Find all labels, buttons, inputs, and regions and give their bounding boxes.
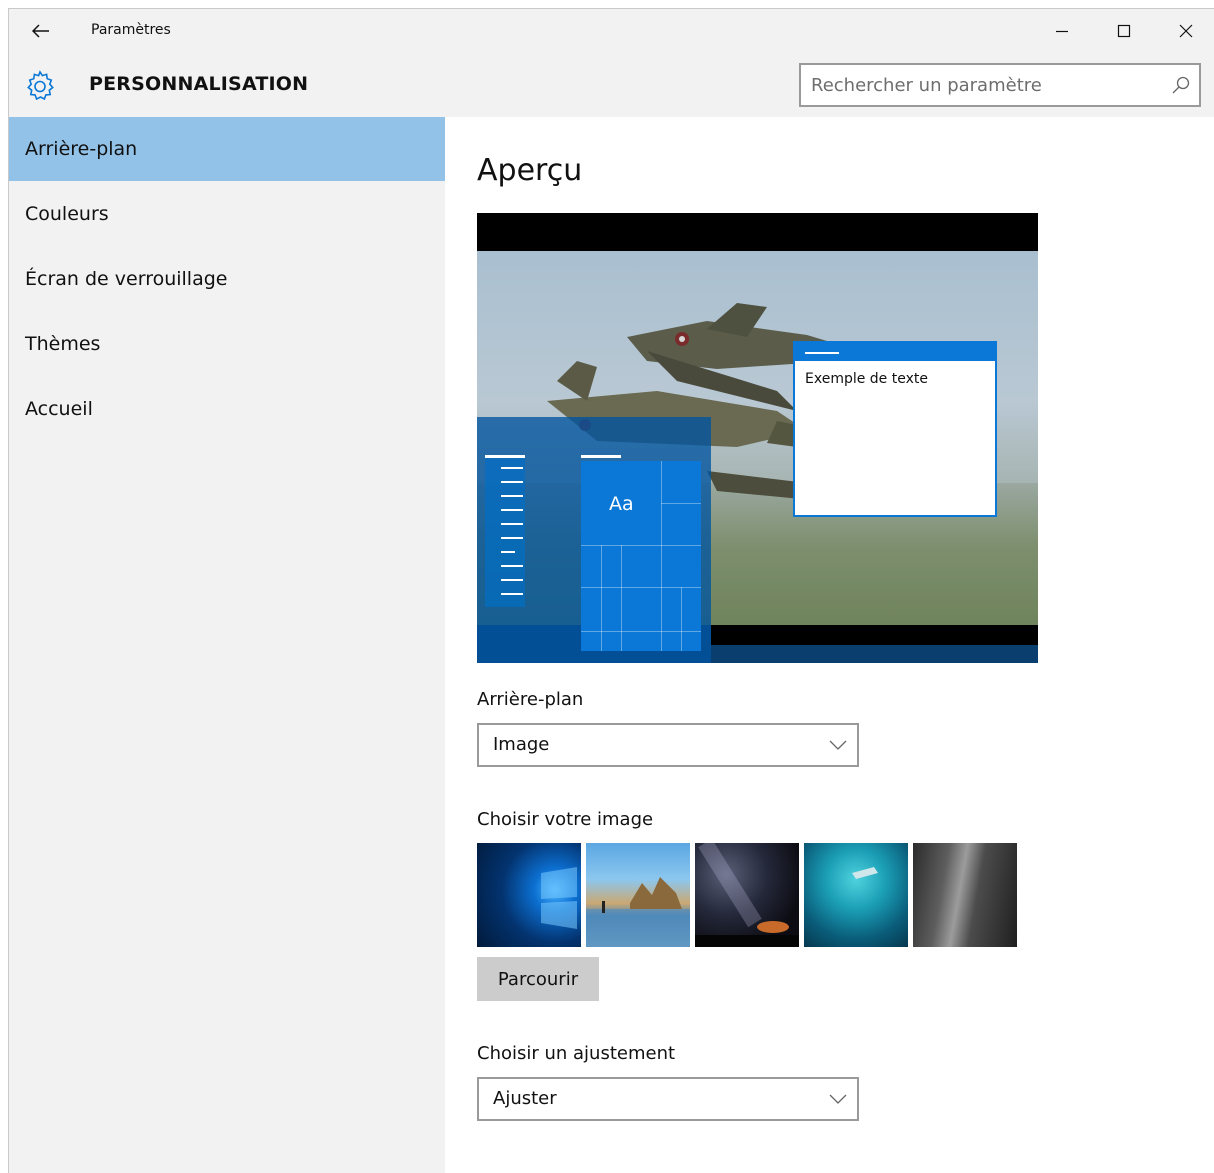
start-menu-line: [501, 551, 515, 553]
chevron-down-icon: [829, 740, 847, 750]
maximize-button[interactable]: [1101, 15, 1147, 47]
close-icon: [1179, 24, 1193, 38]
sidebar-item-ecran-de-verrouillage[interactable]: Écran de verrouillage: [9, 247, 445, 311]
close-button[interactable]: [1163, 15, 1209, 47]
sidebar-item-label: Couleurs: [25, 203, 109, 225]
start-menu-line: [501, 523, 523, 525]
background-dropdown[interactable]: Image: [477, 723, 859, 767]
tile-grid-line: [601, 545, 602, 651]
tile-grid-line: [581, 587, 701, 588]
start-menu-line: [485, 455, 525, 458]
preview-heading: Aperçu: [477, 153, 583, 188]
fit-label: Choisir un ajustement: [477, 1043, 676, 1064]
thumbnail-night-sky[interactable]: [695, 843, 799, 947]
windows-logo-shape: [541, 867, 577, 929]
preview-start-menu: Aa: [477, 417, 711, 663]
thumbnail-underwater[interactable]: [804, 843, 908, 947]
start-menu-line: [501, 565, 523, 567]
sample-window-titlebar: [795, 343, 995, 361]
preview-sample-window: Exemple de texte: [793, 341, 997, 517]
sidebar-item-label: Écran de verrouillage: [25, 268, 228, 290]
section-title: PERSONNALISATION: [89, 73, 309, 95]
start-menu-line: [501, 593, 523, 595]
tile-grid-line: [661, 503, 701, 504]
desktop-preview: Aa Exemple de texte: [477, 213, 1038, 663]
fit-dropdown[interactable]: Ajuster: [477, 1077, 859, 1121]
sample-window-line: [805, 352, 839, 354]
start-menu-line: [501, 579, 523, 581]
sample-window-text: Exemple de texte: [805, 371, 928, 387]
sidebar: Arrière-plan Couleurs Écran de verrouill…: [9, 117, 445, 1173]
start-menu-list: [485, 457, 525, 607]
gear-icon: [27, 70, 54, 101]
tile-grid-line: [581, 631, 701, 632]
tile-grid-line: [621, 545, 622, 651]
sidebar-item-accueil[interactable]: Accueil: [9, 377, 445, 441]
sidebar-item-label: Thèmes: [25, 333, 101, 355]
preview-strip: [711, 625, 1038, 645]
minimize-button[interactable]: [1039, 15, 1085, 47]
title-bar: Paramètres: [9, 9, 1214, 53]
thumbnail-windows-logo[interactable]: [477, 843, 581, 947]
preview-tiles: [581, 461, 701, 651]
background-dropdown-value: Image: [493, 734, 550, 755]
search-box[interactable]: [799, 63, 1201, 107]
start-menu-line: [501, 537, 523, 539]
start-menu-line: [501, 467, 523, 469]
background-label: Arrière-plan: [477, 689, 584, 710]
chevron-down-icon: [829, 1094, 847, 1104]
minimize-icon: [1056, 30, 1068, 33]
beach-rocks-shape: [586, 877, 690, 947]
main-content: Aperçu Aa Exemple de texte Arrière-plan …: [445, 117, 1214, 1173]
settings-window: Paramètres PERSONNALISATION Rechercher u…: [8, 8, 1214, 1173]
choose-image-label: Choisir votre image: [477, 809, 654, 830]
search-icon[interactable]: [1171, 75, 1191, 95]
sidebar-item-arriere-plan[interactable]: Arrière-plan: [9, 117, 445, 181]
sidebar-item-label: Arrière-plan: [25, 138, 138, 160]
start-menu-line: [581, 455, 621, 458]
thumbnail-beach[interactable]: [586, 843, 690, 947]
back-button[interactable]: [25, 17, 57, 45]
tile-grid-line: [581, 545, 701, 546]
underwater-shape: [852, 867, 878, 879]
tile-grid-line: [661, 461, 662, 651]
back-arrow-icon: [32, 24, 49, 38]
thumbnail-cliff[interactable]: [913, 843, 1017, 947]
sidebar-item-couleurs[interactable]: Couleurs: [9, 182, 445, 246]
sidebar-item-label: Accueil: [25, 398, 93, 420]
settings-header: PERSONNALISATION: [9, 53, 1214, 117]
night-sky-shape: [695, 843, 799, 947]
start-menu-line: [501, 481, 523, 483]
start-menu-line: [501, 509, 523, 511]
start-menu-line: [501, 495, 523, 497]
maximize-icon: [1117, 24, 1131, 38]
window-title: Paramètres: [91, 22, 171, 38]
tile-grid-line: [681, 587, 682, 651]
image-thumbnails: [477, 843, 1025, 947]
fit-dropdown-value: Ajuster: [493, 1088, 557, 1109]
sidebar-item-themes[interactable]: Thèmes: [9, 312, 445, 376]
tile-sample-text: Aa: [609, 493, 634, 515]
search-input[interactable]: [811, 71, 1151, 99]
browse-button[interactable]: Parcourir: [477, 957, 599, 1001]
